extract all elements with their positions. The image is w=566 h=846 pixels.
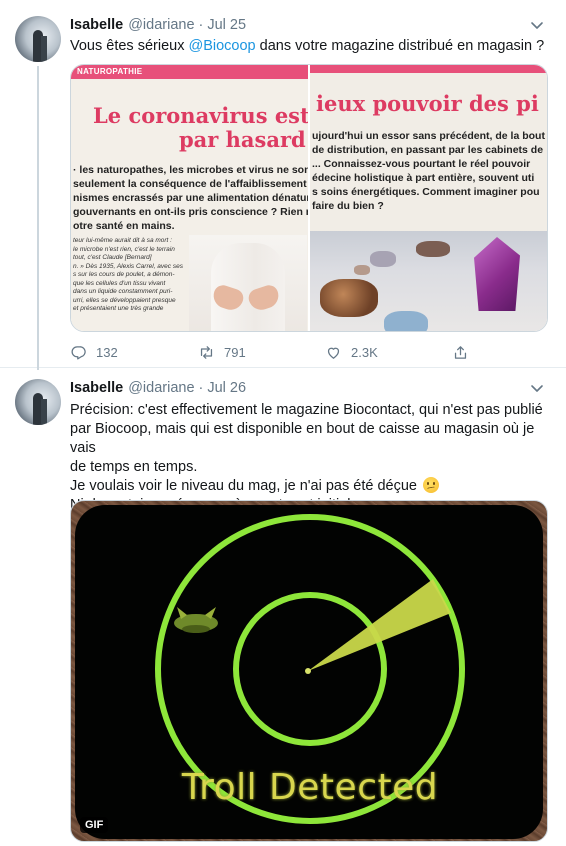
tweet-date[interactable]: Jul 25 — [207, 17, 246, 33]
avatar-figure-shadow — [41, 399, 47, 425]
caret-down-icon[interactable] — [530, 18, 544, 32]
gif-badge: GIF — [80, 817, 109, 833]
tweet-text-part: Je voulais voir le niveau du mag, je n'a… — [70, 478, 417, 494]
article-lead-right: ujourd'hui un essor sans précédent, de l… — [312, 129, 547, 213]
tweet-text: Vous êtes sérieux @Biocoop dans votre ma… — [70, 37, 550, 56]
headline-right: ieux pouvoir des pi — [316, 91, 539, 116]
author-handle[interactable]: @idariane — [128, 17, 194, 33]
body-line: que les cellules d'un tissu vivant — [73, 279, 166, 287]
tweet-text: Précision: c'est effectivement le magazi… — [70, 401, 550, 515]
section-banner — [310, 65, 547, 73]
like-count: 2.3K — [351, 344, 378, 360]
tweet-text-part: Vous êtes sérieux — [70, 38, 189, 54]
tweet-text-line-emoji: Je voulais voir le niveau du mag, je n'a… — [70, 477, 550, 496]
author-handle[interactable]: @idariane — [128, 380, 194, 396]
retweet-button[interactable]: 791 — [198, 344, 246, 361]
body-line: dans un liquide constamment puri- — [73, 288, 173, 295]
body-line: tout, c'est Claude [Bernard] — [73, 254, 152, 261]
stone-brown — [416, 241, 450, 257]
reply-count: 132 — [96, 344, 118, 360]
like-icon — [327, 347, 340, 359]
avatar[interactable] — [15, 16, 61, 62]
lead-line: gouvernants en ont-ils pris conscience ?… — [73, 206, 308, 218]
stone-grey — [370, 251, 396, 267]
lead-line: · les naturopathes, les microbes et viru… — [73, 164, 308, 176]
tweet-1[interactable]: Isabelle @idariane · Jul 25 Vous êtes sé… — [0, 0, 566, 370]
radar-center — [305, 668, 311, 674]
avatar[interactable] — [15, 379, 61, 425]
share-button[interactable] — [452, 344, 469, 361]
tweet-text-line: de temps en temps. — [70, 459, 198, 475]
tweet-text-line: par Biocoop, mais qui est disponible en … — [70, 421, 535, 456]
body-line: et présentaient une très grande — [73, 305, 164, 312]
body-line: teur lui-même aurait dit à sa mort : — [73, 237, 172, 244]
headline-line-1: Le coronavirus est — [93, 103, 308, 128]
lead-line: otre santé en mains. — [73, 220, 175, 232]
crystals-photo — [310, 231, 547, 331]
retweet-icon — [200, 345, 213, 359]
tweet-header: Isabelle @idariane · Jul 26 — [70, 378, 246, 398]
magazine-page-left[interactable]: NATUROPATHIE Le coronavirus est par hasa… — [71, 65, 308, 331]
radar-sweep-beam — [308, 579, 451, 671]
lead-line: s soins énergétiques. Comment imaginer p… — [312, 186, 540, 198]
stone-blue — [384, 311, 428, 331]
tweet-text-part: dans votre magazine distribué en magasin… — [255, 38, 545, 54]
lead-line: édecine holistique à part entière, souve… — [312, 172, 535, 184]
amethyst-crystal — [474, 237, 520, 311]
lead-line: de distribution, en passant par les cabi… — [312, 144, 544, 156]
lead-line: nismes encrassés par une alimentation dé… — [73, 192, 308, 204]
body-line: urri, elles se développaient presque — [73, 296, 176, 304]
lead-line: ujourd'hui un essor sans précédent, de l… — [312, 130, 545, 142]
caret-down-icon[interactable] — [530, 381, 544, 395]
like-button[interactable]: 2.3K — [325, 344, 378, 361]
magazine-page-right[interactable]: ieux pouvoir des pi ujourd'hui un essor … — [310, 65, 547, 331]
troll-blip-icon — [174, 607, 218, 633]
author-name[interactable]: Isabelle — [70, 380, 123, 396]
article-lead: · les naturopathes, les microbes et viru… — [73, 163, 308, 233]
worried-face-emoji — [422, 477, 439, 493]
tweet-date[interactable]: Jul 26 — [207, 380, 246, 396]
gif-caption: Troll Detected — [181, 767, 439, 808]
tweet-2[interactable]: Isabelle @idariane · Jul 26 Précision: c… — [0, 368, 566, 846]
gif-media[interactable]: Troll Detected GIF — [70, 500, 548, 842]
lead-line: ... Connaissez-vous pourtant le réel pou… — [312, 158, 531, 170]
stone-amber — [320, 279, 378, 317]
lead-line: faire du bien ? — [312, 200, 384, 212]
thread-connector-line — [37, 66, 39, 370]
share-icon — [454, 345, 467, 359]
tweet-text-line: Précision: c'est effectivement le magazi… — [70, 402, 543, 418]
lead-line: seulement la conséquence de l'affaibliss… — [73, 178, 308, 190]
body-line: n. » Dès 1935, Alexis Carrel, avec ses — [73, 262, 183, 270]
reply-icon — [71, 345, 86, 360]
avatar-figure-shadow — [41, 36, 47, 62]
article-body: teur lui-même aurait dit à sa mort : le … — [73, 237, 185, 314]
tweet-media[interactable]: NATUROPATHIE Le coronavirus est par hasa… — [70, 64, 548, 332]
pregnant-belly-photo — [189, 235, 307, 331]
author-name[interactable]: Isabelle — [70, 17, 123, 33]
body-line: le microbe n'est rien, c'est le terrain — [73, 245, 175, 253]
separator-dot: · — [198, 17, 204, 33]
tweet-header: Isabelle @idariane · Jul 25 — [70, 15, 246, 35]
tweet-actions: 132 791 2.3K — [70, 342, 490, 362]
separator-dot: · — [198, 380, 204, 396]
body-line: s sur les cours de poulet, a démon- — [73, 271, 175, 278]
headline-line-2: par hasard — [179, 127, 306, 152]
retweet-count: 791 — [224, 344, 246, 360]
reply-button[interactable]: 132 — [70, 344, 118, 361]
stone-small — [354, 265, 370, 275]
mention-link[interactable]: @Biocoop — [189, 38, 256, 54]
section-banner-label: NATUROPATHIE — [77, 67, 143, 76]
